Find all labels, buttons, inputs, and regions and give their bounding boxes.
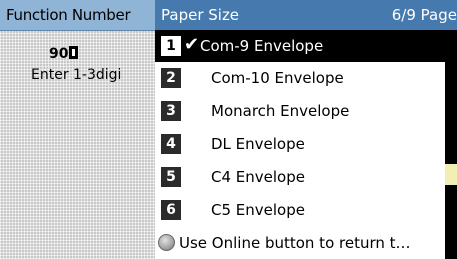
menu-item-label: C4 Envelope — [211, 168, 305, 186]
menu-item-label: DL Envelope — [211, 135, 305, 153]
item-number-badge: 4 — [161, 134, 181, 154]
menu-item-label: Monarch Envelope — [211, 102, 350, 120]
item-number-badge: 5 — [161, 167, 181, 187]
item-number-badge: 3 — [161, 101, 181, 121]
menu-item-label: Com-10 Envelope — [211, 69, 344, 87]
item-number-badge: 1 — [161, 36, 181, 56]
menu-item-com-10-envelope[interactable]: 2 Com-10 Envelope — [155, 62, 445, 94]
online-return-hint: Use Online button to return t… — [155, 227, 445, 259]
menu-item-label: C5 Envelope — [211, 201, 305, 219]
menu-item-c4-envelope[interactable]: 5 C4 Envelope — [155, 161, 445, 193]
page-indicator: 6/9 Page — [391, 6, 457, 24]
text-cursor-icon — [69, 46, 79, 59]
check-mark-icon: ✔ — [184, 34, 200, 55]
function-number-input[interactable]: 90 — [49, 46, 79, 62]
scroll-indicator — [445, 164, 457, 185]
menu-item-dl-envelope[interactable]: 4 DL Envelope — [155, 128, 445, 160]
scroll-strip[interactable] — [445, 30, 457, 259]
item-number-badge: 6 — [161, 200, 181, 220]
paper-size-dialog: Paper Size 6/9 Page 1 ✔ Com-9 Envelope 2… — [155, 0, 457, 259]
paper-size-header: Paper Size 6/9 Page — [155, 0, 457, 30]
online-button-icon — [158, 234, 175, 251]
paper-size-title: Paper Size — [161, 6, 240, 24]
menu-item-c5-envelope[interactable]: 6 C5 Envelope — [155, 194, 445, 226]
menu-item-monarch-envelope[interactable]: 3 Monarch Envelope — [155, 95, 445, 127]
item-number-badge: 2 — [161, 68, 181, 88]
online-hint-text: Use Online button to return t… — [179, 234, 411, 252]
function-number-hint: Enter 1-3digi — [31, 67, 122, 83]
function-number-title: Function Number — [6, 6, 131, 24]
menu-item-com-9-envelope[interactable]: 1 ✔ Com-9 Envelope — [155, 30, 445, 62]
menu-item-label: Com-9 Envelope — [200, 37, 324, 55]
function-number-value: 90 — [49, 46, 69, 62]
